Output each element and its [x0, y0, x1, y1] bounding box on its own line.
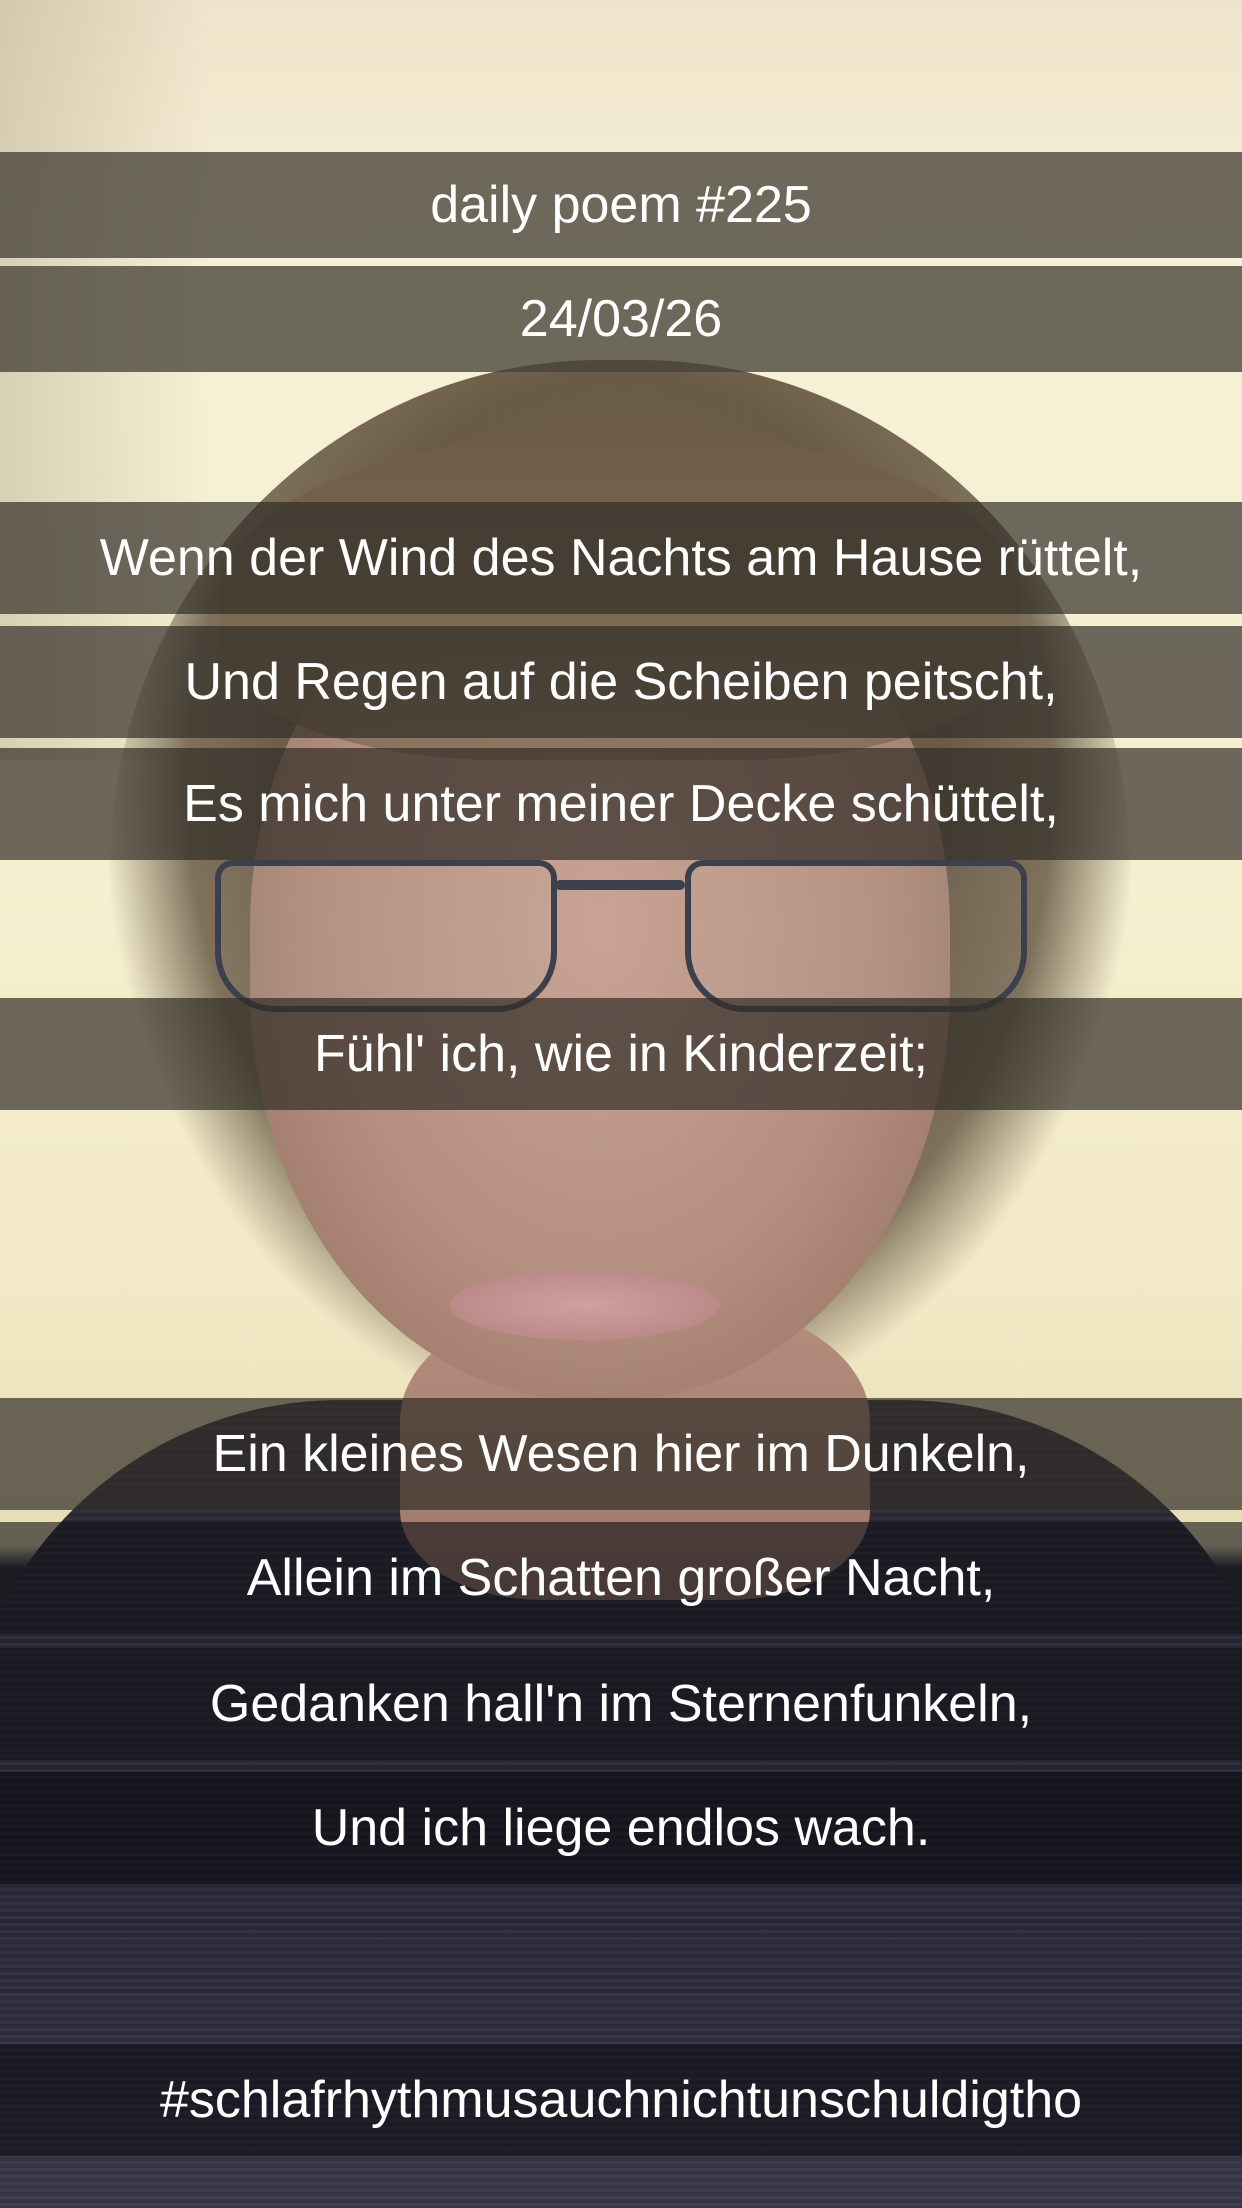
left-lens	[215, 860, 557, 1012]
poem-line-bar: Ein kleines Wesen hier im Dunkeln,	[0, 1398, 1242, 1510]
poem-line-bar: Es mich unter meiner Decke schüttelt,	[0, 748, 1242, 860]
hashtag-bar: #schlafrhythmusauchnichtunschuldigtho	[0, 2044, 1242, 2156]
poem-line: Und Regen auf die Scheiben peitscht,	[184, 653, 1058, 711]
poem-line: Wenn der Wind des Nachts am Hause rüttel…	[99, 529, 1143, 587]
poem-line: Fühl' ich, wie in Kinderzeit;	[314, 1025, 928, 1083]
right-lens	[685, 860, 1027, 1012]
title-bar: daily poem #225	[0, 152, 1242, 258]
poem-line-bar: Und Regen auf die Scheiben peitscht,	[0, 626, 1242, 738]
glasses-shape	[215, 860, 1035, 1012]
poem-line-bar: Allein im Schatten großer Nacht,	[0, 1522, 1242, 1634]
poem-line: Es mich unter meiner Decke schüttelt,	[183, 775, 1059, 833]
poem-line-bar: Und ich liege endlos wach.	[0, 1772, 1242, 1884]
date-bar: 24/03/26	[0, 266, 1242, 372]
poem-date: 24/03/26	[519, 290, 723, 348]
poem-line: Gedanken hall'n im Sternenfunkeln,	[209, 1675, 1033, 1733]
poem-line-bar: Fühl' ich, wie in Kinderzeit;	[0, 998, 1242, 1110]
story-canvas: daily poem #225 24/03/26 Wenn der Wind d…	[0, 0, 1242, 2208]
poem-title: daily poem #225	[430, 176, 812, 234]
lips-shape	[450, 1270, 720, 1340]
poem-line: Allein im Schatten großer Nacht,	[246, 1549, 996, 1607]
poem-line-bar: Gedanken hall'n im Sternenfunkeln,	[0, 1648, 1242, 1760]
poem-line: Und ich liege endlos wach.	[311, 1799, 931, 1857]
hashtag[interactable]: #schlafrhythmusauchnichtunschuldigtho	[160, 2074, 1082, 2126]
poem-line: Ein kleines Wesen hier im Dunkeln,	[212, 1425, 1030, 1483]
poem-line-bar: Wenn der Wind des Nachts am Hause rüttel…	[0, 502, 1242, 614]
glasses-bridge	[555, 880, 685, 890]
